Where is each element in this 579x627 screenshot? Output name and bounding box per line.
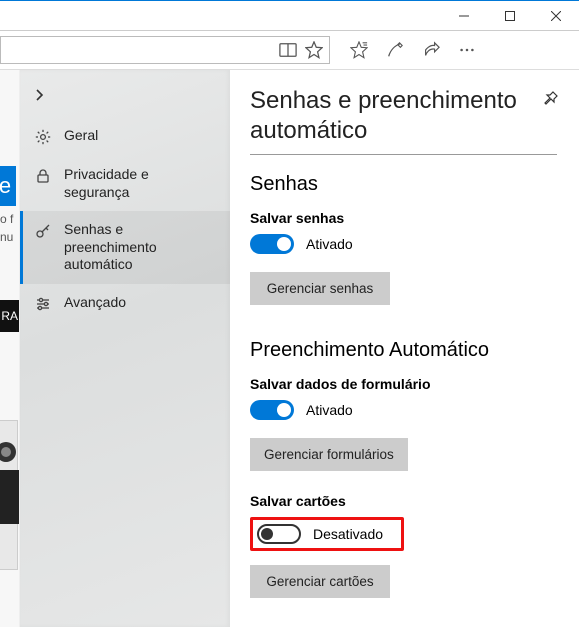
sidebar-item-passwords-autofill[interactable]: Senhas e preenchimento automático — [20, 211, 230, 284]
address-bar[interactable] — [0, 36, 330, 64]
background-text: nu — [0, 230, 13, 244]
title-divider — [250, 154, 557, 155]
sidebar-item-label: Avançado — [64, 294, 126, 312]
settings-main-pane: Senhas e preenchimento automático Senhas… — [230, 70, 579, 627]
more-icon[interactable] — [458, 41, 476, 59]
save-passwords-state: Ativado — [306, 236, 353, 252]
background-text: o f — [0, 212, 13, 226]
window-titlebar — [0, 0, 579, 30]
save-cards-toggle[interactable] — [257, 524, 301, 544]
sidebar-item-label: Privacidade e segurança — [64, 166, 216, 201]
lock-icon — [34, 167, 52, 185]
manage-forms-button[interactable]: Gerenciar formulários — [250, 438, 408, 471]
passwords-heading: Senhas — [250, 173, 557, 196]
autofill-section: Preenchimento Automático Salvar dados de… — [250, 339, 557, 598]
favorites-hub-icon[interactable] — [350, 41, 368, 59]
sidebar-item-privacy[interactable]: Privacidade e segurança — [20, 156, 230, 211]
window-close-button[interactable] — [533, 1, 579, 31]
sidebar-item-label: Geral — [64, 127, 98, 145]
share-icon[interactable] — [422, 41, 440, 59]
save-cards-label: Salvar cartões — [250, 493, 557, 509]
sidebar-item-label: Senhas e preenchimento automático — [64, 221, 216, 274]
page-title: Senhas e preenchimento automático — [250, 86, 557, 146]
save-form-data-label: Salvar dados de formulário — [250, 376, 557, 392]
save-passwords-toggle[interactable] — [250, 234, 294, 254]
sidebar-item-advanced[interactable]: Avançado — [20, 284, 230, 323]
highlight-annotation: Desativado — [250, 517, 404, 551]
save-form-data-state: Ativado — [306, 402, 353, 418]
browser-toolbar — [0, 30, 579, 70]
save-form-data-toggle[interactable] — [250, 400, 294, 420]
pin-pane-button[interactable] — [543, 90, 559, 111]
save-passwords-label: Salvar senhas — [250, 210, 557, 226]
favorite-star-icon[interactable] — [305, 41, 323, 59]
manage-cards-button[interactable]: Gerenciar cartões — [250, 565, 390, 598]
settings-sidebar: Geral Privacidade e segurança Senhas e p… — [20, 70, 230, 627]
window-minimize-button[interactable] — [441, 1, 487, 31]
manage-passwords-button[interactable]: Gerenciar senhas — [250, 272, 390, 305]
reading-view-icon[interactable] — [279, 41, 297, 59]
background-console-image — [0, 470, 20, 524]
background-page-strip: e o f nu RA — [0, 70, 20, 627]
gear-icon — [34, 128, 52, 146]
window-maximize-button[interactable] — [487, 1, 533, 31]
key-icon — [34, 222, 52, 240]
background-edge-logo: e — [0, 166, 16, 206]
autofill-heading: Preenchimento Automático — [250, 339, 557, 362]
notes-pen-icon[interactable] — [386, 41, 404, 59]
passwords-section: Senhas Salvar senhas Ativado Gerenciar s… — [250, 173, 557, 305]
sidebar-item-general[interactable]: Geral — [20, 117, 230, 156]
settings-back-button[interactable] — [20, 84, 230, 117]
background-button: RA — [0, 300, 20, 332]
save-cards-state: Desativado — [313, 526, 383, 542]
sliders-icon — [34, 295, 52, 313]
